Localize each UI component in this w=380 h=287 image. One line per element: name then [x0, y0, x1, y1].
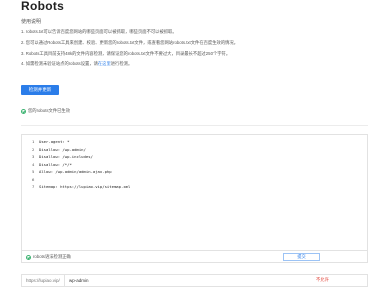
- check-circle-icon: [21, 108, 26, 114]
- instruction-4: 4. 如需检测未验证站点的robots设置，请在这里进行检测。: [21, 61, 133, 66]
- file-status: 您的robots文件已生效: [21, 108, 70, 114]
- robots-editor[interactable]: 1 User-agent: * 2 Disallow: /wp-admin/ 3 Di…: [21, 134, 368, 251]
- usage-label: 使用说明: [21, 19, 42, 25]
- editor-line: 4 Disallow: /*/*: [32, 161, 72, 167]
- url-path-input[interactable]: [64, 275, 309, 286]
- page-title: Robots: [21, 0, 65, 13]
- editor-content[interactable]: 1 User-agent: * 2 Disallow: /wp-admin/ 3 Di…: [32, 138, 130, 191]
- syntax-status: robots语法检测正确: [26, 254, 71, 260]
- submit-button[interactable]: 提交: [283, 253, 320, 261]
- editor-line: 5 Allow: /wp-admin/admin-ajax.php: [32, 169, 112, 174]
- divider: [21, 125, 368, 126]
- detect-update-button[interactable]: 检测并更新: [21, 85, 59, 95]
- url-prefix: https://lupiao.vip/: [26, 278, 60, 283]
- check-result: 不允许: [316, 277, 329, 282]
- check-circle-icon: [26, 254, 31, 260]
- check-here-link[interactable]: 在这里: [98, 61, 111, 66]
- instruction-2: 2. 您可以通过Robots工具来创建、校验、更新您的robots.txt文件，…: [21, 40, 239, 45]
- editor-line: 3 Disallow: /wp-includes/: [32, 154, 93, 159]
- robots-tool-page: Robots 使用说明 1. robots.txt可以告诉百度您网站的哪些页面可…: [0, 0, 380, 287]
- editor-line: 1 User-agent: *: [32, 139, 70, 144]
- editor-line: 7 Sitemap: https://lupiao.vip/sitemap.xml: [32, 184, 131, 189]
- instruction-3: 3. Robots工具目前支持48k的文件内容检测，请保证您的robots.tx…: [21, 51, 231, 56]
- editor-line: 2 Disallow: /wp-admin/: [32, 146, 86, 152]
- instruction-1: 1. robots.txt可以告诉百度您网站的哪些页面可以被抓取，哪些页面不可以…: [21, 29, 177, 34]
- editor-line: 6: [32, 176, 35, 182]
